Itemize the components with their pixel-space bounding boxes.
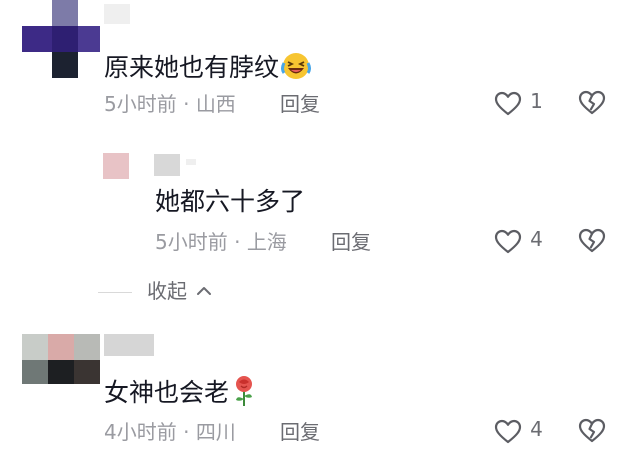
collapse-label: 收起 xyxy=(147,279,187,303)
like-count: 4 xyxy=(530,227,543,251)
dislike-button[interactable] xyxy=(578,89,606,121)
comment-text: 女神也会老 xyxy=(104,375,257,408)
like-button[interactable]: 4 xyxy=(494,417,543,446)
comment-meta: 5小时前 · 山西 xyxy=(104,92,236,116)
comment-meta: 5小时前 · 上海 xyxy=(155,230,287,254)
comment-meta: 4小时前 · 四川 xyxy=(104,420,236,444)
heart-outline-icon xyxy=(494,91,522,115)
comment-text: 原来她也有脖纹 xyxy=(104,51,312,83)
comment-time: 4小时前 xyxy=(104,420,177,444)
dislike-button[interactable] xyxy=(578,417,606,449)
meta-separator: · xyxy=(183,420,190,444)
collapse-replies-button[interactable]: 收起 xyxy=(147,279,213,303)
rose-emoji xyxy=(236,376,253,406)
reply-button[interactable]: 回复 xyxy=(280,92,320,116)
reply-button[interactable]: 回复 xyxy=(331,230,371,254)
like-button[interactable]: 4 xyxy=(494,227,543,256)
username[interactable] xyxy=(104,334,154,356)
username-mark xyxy=(186,159,196,165)
meta-separator: · xyxy=(234,230,241,254)
reply-button[interactable]: 回复 xyxy=(280,420,320,444)
heart-outline-icon xyxy=(494,229,522,253)
meta-separator: · xyxy=(183,92,190,116)
username[interactable] xyxy=(154,154,180,176)
avatar[interactable] xyxy=(22,334,100,384)
dislike-button[interactable] xyxy=(578,227,606,259)
like-count: 1 xyxy=(530,89,543,113)
collapse-divider xyxy=(98,292,132,293)
comment-time: 5小时前 xyxy=(155,230,228,254)
comment-location: 山西 xyxy=(195,92,236,116)
avatar[interactable] xyxy=(22,0,100,78)
heart-outline-icon xyxy=(494,419,522,443)
like-button[interactable]: 1 xyxy=(494,89,543,118)
comment-time: 5小时前 xyxy=(104,92,177,116)
broken-heart-icon xyxy=(578,418,606,443)
broken-heart-icon xyxy=(578,228,606,253)
laughing-crying-emoji xyxy=(281,53,312,79)
comment-location: 四川 xyxy=(195,420,236,444)
comment-location: 上海 xyxy=(246,230,287,254)
avatar[interactable] xyxy=(103,153,129,179)
username[interactable] xyxy=(104,4,130,24)
chevron-up-icon xyxy=(197,287,212,295)
like-count: 4 xyxy=(530,417,543,441)
broken-heart-icon xyxy=(578,90,606,115)
comment-text: 她都六十多了 xyxy=(155,187,306,216)
